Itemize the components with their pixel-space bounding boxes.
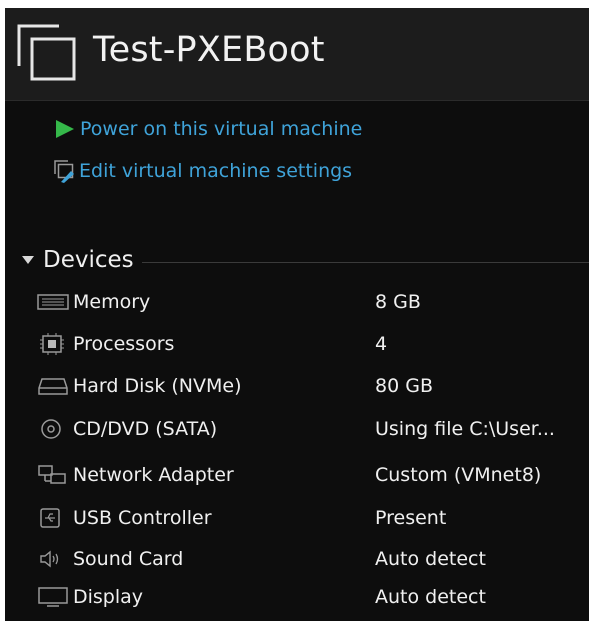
device-row-usb-controller[interactable]: USB Controller Present — [37, 503, 589, 533]
device-row-sound-card[interactable]: Sound Card Auto detect — [37, 544, 589, 574]
device-value: Using file C:\User... — [375, 418, 555, 440]
device-name: CD/DVD (SATA) — [73, 418, 218, 440]
device-row-cd-dvd[interactable]: CD/DVD (SATA) Using file C:\User... — [37, 414, 589, 444]
device-name: Memory — [73, 291, 151, 313]
device-row-processors[interactable]: Processors 4 — [37, 329, 589, 359]
device-row-memory[interactable]: Memory 8 GB — [37, 287, 589, 317]
device-value: 8 GB — [375, 291, 421, 313]
devices-section-title: Devices — [43, 247, 134, 273]
device-value: Auto detect — [375, 548, 486, 570]
device-value: 4 — [375, 333, 388, 355]
network-adapter-icon — [37, 464, 73, 486]
device-name: Sound Card — [73, 548, 184, 570]
device-row-display[interactable]: Display Auto detect — [37, 582, 589, 612]
edit-settings-link[interactable]: Edit virtual machine settings — [53, 158, 352, 184]
device-row-hard-disk[interactable]: Hard Disk (NVMe) 80 GB — [37, 371, 589, 401]
device-row-network-adapter[interactable]: Network Adapter Custom (VMnet8) — [37, 460, 589, 490]
usb-icon — [37, 507, 73, 529]
edit-settings-icon — [54, 160, 74, 183]
processor-icon — [37, 333, 73, 355]
vm-summary-panel: Test-PXEBoot Power on this virtual machi… — [5, 8, 589, 621]
device-value: Present — [375, 507, 447, 529]
cd-dvd-icon — [37, 418, 73, 440]
display-icon — [37, 586, 73, 608]
vm-title: Test-PXEBoot — [93, 30, 325, 70]
device-name: Processors — [73, 333, 175, 355]
power-on-link[interactable]: Power on this virtual machine — [53, 116, 362, 142]
section-divider — [141, 261, 589, 263]
memory-icon — [37, 291, 73, 313]
device-value: Auto detect — [375, 586, 486, 608]
device-name: Hard Disk (NVMe) — [73, 375, 242, 397]
devices-section-header[interactable]: Devices — [19, 246, 589, 274]
vm-header: Test-PXEBoot — [5, 8, 589, 101]
device-value: 80 GB — [375, 375, 433, 397]
power-on-label: Power on this virtual machine — [80, 118, 363, 140]
device-name: USB Controller — [73, 507, 212, 529]
sound-card-icon — [37, 548, 73, 570]
device-name: Display — [73, 586, 144, 608]
play-icon — [56, 120, 74, 138]
device-name: Network Adapter — [73, 464, 234, 486]
edit-settings-label: Edit virtual machine settings — [79, 160, 353, 182]
virtual-machine-icon — [17, 24, 76, 81]
device-value: Custom (VMnet8) — [375, 464, 542, 486]
collapse-triangle-icon[interactable] — [19, 253, 41, 267]
hard-disk-icon — [37, 375, 73, 397]
